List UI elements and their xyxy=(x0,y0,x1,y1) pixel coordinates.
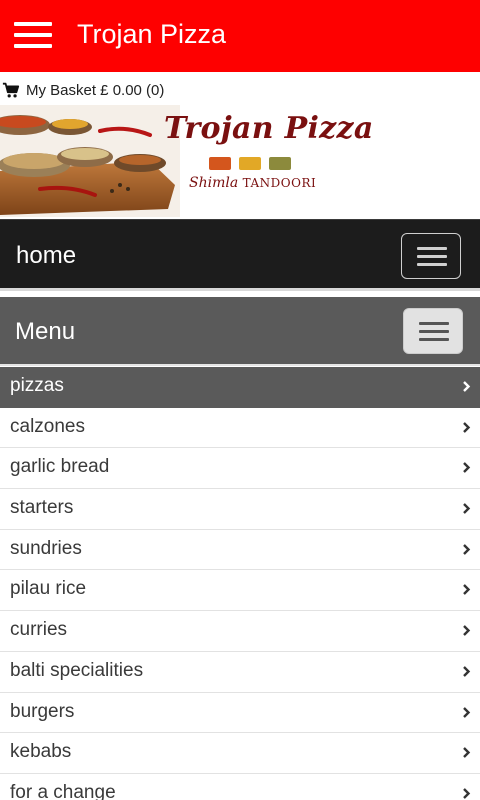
app-title: Trojan Pizza xyxy=(77,19,227,49)
chevron-right-icon xyxy=(463,706,471,718)
basket-link[interactable]: My Basket £ 0.00 (0) xyxy=(0,79,164,101)
chevron-right-icon xyxy=(463,421,471,433)
nav-toggle-button[interactable] xyxy=(401,233,461,279)
chevron-right-icon xyxy=(463,584,471,596)
menu-toggle-button[interactable] xyxy=(403,308,463,354)
menu-header: Menu xyxy=(0,297,480,366)
menu-item-label: kebabs xyxy=(10,741,72,763)
spice-strip xyxy=(209,157,291,170)
banner-subtitle-caps: TANDOORI xyxy=(242,176,317,190)
app-bar: Trojan Pizza xyxy=(0,0,480,72)
menu-item-label: sundries xyxy=(10,537,82,559)
menu-item-label: garlic bread xyxy=(10,456,110,478)
banner-subtitle: Shimla TANDOORI xyxy=(189,175,316,191)
chevron-right-icon xyxy=(463,665,471,677)
menu-item-garlic-bread[interactable]: garlic bread xyxy=(0,448,480,490)
menu-category-list: pizzas calzones garlic bread starters sundri… xyxy=(0,367,480,800)
menu-item-label: pizzas xyxy=(10,375,64,396)
menu-item-sundries[interactable]: sundries xyxy=(0,529,480,571)
menu-item-balti-specialities[interactable]: balti specialities xyxy=(0,651,480,693)
banner-title: Trojan Pizza xyxy=(164,111,374,146)
menu-item-starters[interactable]: starters xyxy=(0,489,480,530)
chevron-right-icon xyxy=(463,503,471,514)
menu-item-kebabs[interactable]: kebabs xyxy=(0,733,480,774)
banner-subtitle-script: Shimla xyxy=(189,175,239,191)
chevron-right-icon xyxy=(463,543,471,555)
chevron-right-icon xyxy=(463,462,471,474)
menu-item-label: starters xyxy=(10,497,74,519)
menu-item-label: for a change xyxy=(10,781,116,800)
chevron-right-icon xyxy=(463,788,471,799)
hamburger-menu-icon[interactable] xyxy=(14,22,52,48)
menu-item-label: balti specialities xyxy=(10,659,144,681)
basket-summary: My Basket £ 0.00 (0) xyxy=(26,81,165,99)
menu-item-burgers[interactable]: burgers xyxy=(0,692,480,734)
chevron-right-icon xyxy=(463,747,471,759)
menu-item-for-a-change[interactable]: for a change xyxy=(0,773,480,800)
menu-item-label: pilau rice xyxy=(10,578,87,600)
chevron-right-icon xyxy=(463,381,471,392)
menu-item-curries[interactable]: curries xyxy=(0,611,480,652)
menu-item-label: calzones xyxy=(10,415,85,437)
menu-item-pilau-rice[interactable]: pilau rice xyxy=(0,570,480,612)
shopping-cart-icon xyxy=(2,82,20,98)
menu-item-label: curries xyxy=(10,619,68,641)
menu-item-pizzas[interactable]: pizzas xyxy=(0,367,480,408)
menu-item-calzones[interactable]: calzones xyxy=(0,407,480,449)
main-navbar: home xyxy=(0,219,480,291)
menu-item-label: burgers xyxy=(10,700,75,722)
restaurant-banner: Trojan Pizza Shimla TANDOORI xyxy=(0,105,480,217)
spices-image xyxy=(0,105,180,217)
menu-title: Menu xyxy=(15,318,76,345)
chevron-right-icon xyxy=(463,625,471,636)
nav-home-link[interactable]: home xyxy=(16,242,76,270)
